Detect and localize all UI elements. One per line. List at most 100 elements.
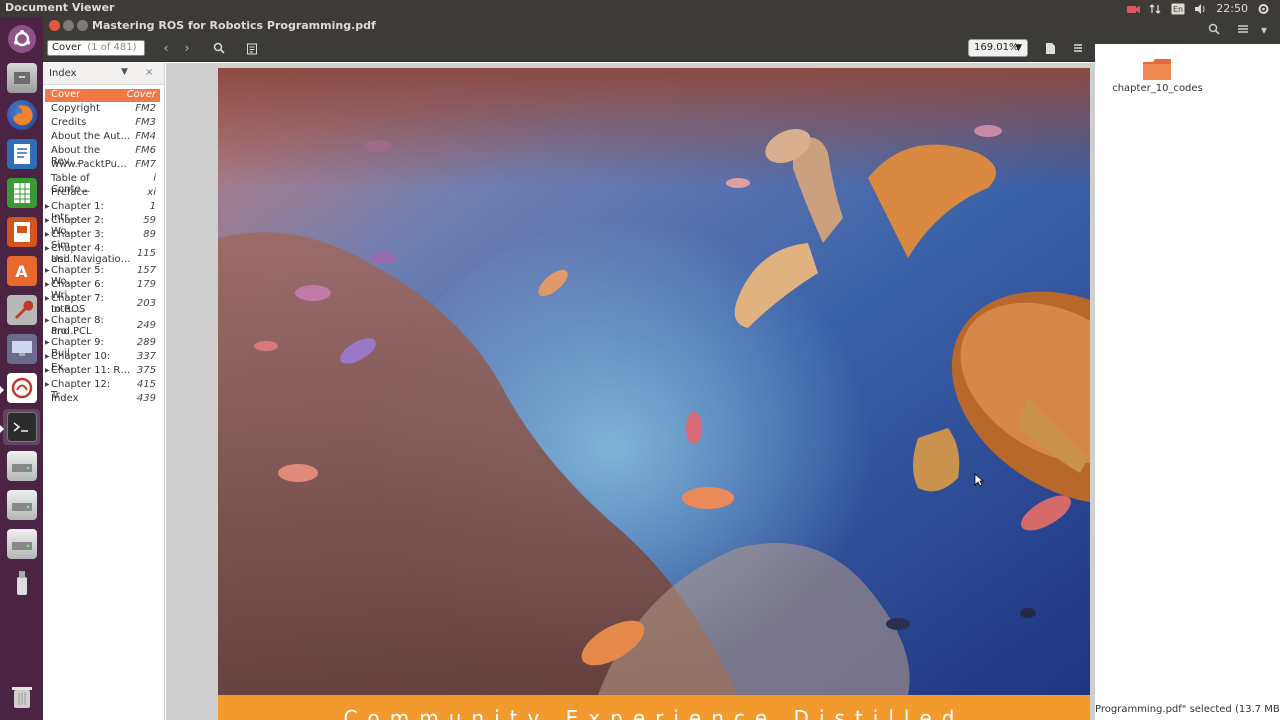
document-viewer-launcher-item[interactable] bbox=[0, 370, 40, 406]
toc-item[interactable]: ▶ Chapter 12: Tr… 415 bbox=[45, 379, 160, 401]
toc-item[interactable]: ▶ Chapter 9: Buil… 289 bbox=[45, 337, 160, 359]
clock[interactable]: 22:50 bbox=[1216, 2, 1248, 15]
maximize-window-button[interactable] bbox=[77, 20, 88, 31]
remote-desktop-launcher-item[interactable] bbox=[3, 331, 40, 367]
page-icon bbox=[1045, 42, 1055, 54]
expand-triangle-icon[interactable]: ▶ bbox=[45, 351, 50, 362]
toc-item[interactable]: www.PacktPu… FM7 bbox=[45, 159, 160, 173]
toc-item[interactable]: Index 439 bbox=[45, 393, 160, 407]
close-sidebar-icon[interactable]: × bbox=[145, 67, 153, 78]
toc-item-page: 415 bbox=[136, 379, 156, 390]
toc-item[interactable]: ▶ Chapter 8: Pro… and PCL 249 bbox=[45, 315, 160, 337]
toc-item[interactable]: ▶ Chapter 1: Intr… 1 bbox=[45, 201, 160, 223]
expand-triangle-icon[interactable]: ▶ bbox=[45, 365, 50, 376]
next-page-button[interactable]: › bbox=[177, 39, 197, 57]
page-layout-button[interactable] bbox=[1040, 39, 1060, 57]
toc-item[interactable]: Table of Conte… i bbox=[45, 173, 160, 195]
chevron-down-icon[interactable]: ▾ bbox=[1261, 23, 1267, 37]
folder-name[interactable]: chapter_10_codes bbox=[1095, 83, 1220, 94]
document-writer-icon bbox=[6, 139, 37, 169]
keyboard-layout-icon[interactable]: En bbox=[1171, 3, 1185, 15]
status-bar-text: Programming.pdf" selected (13.7 MB) bbox=[1095, 704, 1280, 715]
zoom-select[interactable]: 169.01% ▼ bbox=[968, 39, 1028, 57]
toc-item[interactable]: Cover Cover bbox=[45, 89, 160, 102]
annotations-button[interactable] bbox=[242, 39, 262, 57]
expand-triangle-icon[interactable]: ▶ bbox=[45, 215, 50, 226]
search-button[interactable] bbox=[209, 39, 229, 57]
toc-item[interactable]: Copyright FM2 bbox=[45, 103, 160, 117]
expand-triangle-icon[interactable]: ▶ bbox=[45, 201, 50, 212]
search-icon bbox=[213, 42, 225, 54]
calc-launcher-item[interactable] bbox=[3, 175, 40, 211]
cover-image bbox=[218, 68, 1090, 695]
cover-band: Community Experience Distilled bbox=[218, 695, 1090, 720]
file-manager-window: ▾ chapter_10_codes Programming.pdf" sele… bbox=[1095, 17, 1280, 720]
toc-item[interactable]: ▶ Chapter 6: Wri… 179 bbox=[45, 279, 160, 301]
usb-drive-launcher-item[interactable] bbox=[3, 565, 40, 601]
toc-item-label: www.PacktPu… bbox=[51, 159, 127, 170]
toc-item[interactable]: ▶ Chapter 11: R… 375 bbox=[45, 365, 160, 379]
dash-launcher-item[interactable] bbox=[3, 21, 40, 57]
toc-item-page: 115 bbox=[136, 248, 156, 259]
toc-item-page: 337 bbox=[136, 351, 156, 362]
camera-icon[interactable] bbox=[1127, 3, 1141, 15]
toc-item[interactable]: ▶ Chapter 2: Wo… 59 bbox=[45, 215, 160, 237]
presentation-icon bbox=[6, 217, 37, 247]
trash-icon bbox=[7, 682, 37, 712]
expand-triangle-icon[interactable]: ▶ bbox=[45, 279, 50, 290]
chevron-down-icon[interactable]: ▼ bbox=[121, 67, 128, 77]
expand-triangle-icon[interactable]: ▶ bbox=[45, 265, 50, 276]
drive-launcher-item-3[interactable] bbox=[3, 526, 40, 562]
window-title: Mastering ROS for Robotics Programming.p… bbox=[92, 19, 376, 32]
toc-item-page: 203 bbox=[136, 298, 156, 309]
toc-item[interactable]: About the Aut… FM4 bbox=[45, 131, 160, 145]
previous-page-button[interactable]: ‹ bbox=[156, 39, 176, 57]
expand-triangle-icon[interactable]: ▶ bbox=[45, 315, 50, 326]
expand-triangle-icon[interactable]: ▶ bbox=[45, 243, 50, 254]
gear-icon[interactable] bbox=[1257, 3, 1270, 15]
software-center-launcher-item[interactable]: A bbox=[3, 253, 40, 289]
document-area[interactable]: Community Experience Distilled bbox=[166, 63, 1095, 720]
settings-launcher-item[interactable] bbox=[3, 292, 40, 328]
files-launcher-item[interactable] bbox=[3, 60, 40, 96]
terminal-launcher-item[interactable] bbox=[0, 409, 40, 445]
running-indicator bbox=[0, 425, 4, 433]
toc-item[interactable]: Preface xi bbox=[45, 187, 160, 201]
document-viewer-window: Mastering ROS for Robotics Programming.p… bbox=[43, 17, 1095, 720]
drive-launcher-item-1[interactable] bbox=[3, 448, 40, 484]
toc-item[interactable]: Credits FM3 bbox=[45, 117, 160, 131]
close-window-button[interactable] bbox=[49, 20, 60, 31]
toc-item[interactable]: ▶ Chapter 4: Usi… and Navigatio… 115 bbox=[45, 243, 160, 265]
writer-launcher-item[interactable] bbox=[3, 136, 40, 172]
expand-triangle-icon[interactable]: ▶ bbox=[45, 229, 50, 240]
toc-item[interactable]: ▶ Chapter 7: Inte… to ROS 203 bbox=[45, 293, 160, 315]
folder-icon[interactable] bbox=[1142, 57, 1172, 81]
expand-triangle-icon[interactable]: ▶ bbox=[45, 337, 50, 348]
menu-button[interactable] bbox=[1068, 39, 1088, 57]
minimize-window-button[interactable] bbox=[63, 20, 74, 31]
volume-icon[interactable] bbox=[1194, 3, 1207, 15]
toc-item-page: FM6 bbox=[135, 145, 156, 156]
spreadsheet-icon bbox=[6, 178, 37, 208]
remote-desktop-icon bbox=[6, 334, 37, 364]
trash-launcher-item[interactable] bbox=[3, 679, 40, 715]
list-view-icon[interactable] bbox=[1237, 23, 1249, 37]
toc-item-label-continued: to ROS bbox=[51, 304, 86, 315]
toc-item[interactable]: About the Rev… FM6 bbox=[45, 145, 160, 167]
ubuntu-logo-icon bbox=[7, 25, 36, 53]
toc-item[interactable]: ▶ Chapter 3: Sim… 89 bbox=[45, 229, 160, 251]
chevron-right-icon: › bbox=[184, 41, 190, 55]
document-page[interactable]: Community Experience Distilled bbox=[218, 68, 1090, 720]
firefox-launcher-item[interactable] bbox=[3, 97, 40, 133]
window-titlebar[interactable]: Mastering ROS for Robotics Programming.p… bbox=[43, 17, 1095, 35]
expand-triangle-icon[interactable]: ▶ bbox=[45, 379, 50, 390]
expand-triangle-icon[interactable]: ▶ bbox=[45, 293, 50, 304]
toc-item[interactable]: ▶ Chapter 5: Wo… 157 bbox=[45, 265, 160, 287]
network-icon[interactable] bbox=[1149, 3, 1162, 15]
drive-launcher-item-2[interactable] bbox=[3, 487, 40, 523]
toc-item[interactable]: ▶ Chapter 10: Ex… 337 bbox=[45, 351, 160, 373]
search-icon[interactable] bbox=[1208, 23, 1220, 38]
page-entry[interactable]: Cover (1 of 481) bbox=[47, 40, 145, 56]
impress-launcher-item[interactable] bbox=[3, 214, 40, 250]
sidebar-mode-label[interactable]: Index bbox=[49, 68, 77, 79]
